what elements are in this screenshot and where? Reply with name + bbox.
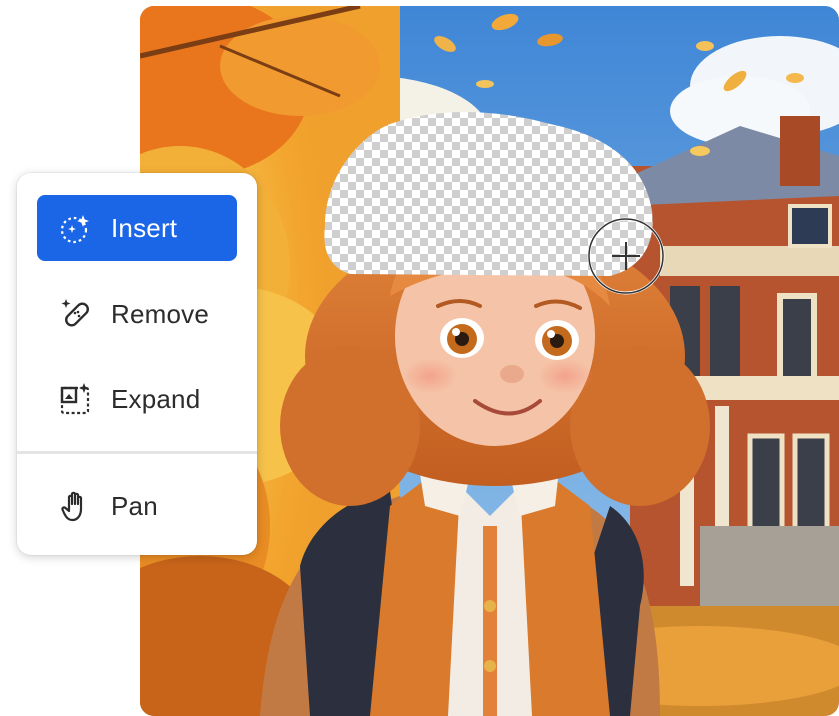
tool-pan-button[interactable]: Pan xyxy=(37,473,237,539)
tool-expand-button[interactable]: Expand xyxy=(37,366,237,432)
menu-divider xyxy=(17,451,257,454)
editor-stage: Insert Remove Expand Pan xyxy=(0,0,839,716)
tool-insert-label: Insert xyxy=(111,212,178,243)
sparkle-selection-icon xyxy=(59,211,93,245)
expand-sparkle-icon xyxy=(59,382,93,416)
tool-remove-label: Remove xyxy=(111,298,210,329)
tool-expand-label: Expand xyxy=(111,383,201,414)
tool-menu: Insert Remove Expand Pan xyxy=(17,173,257,555)
tool-remove-button[interactable]: Remove xyxy=(37,281,237,347)
tool-pan-label: Pan xyxy=(111,490,158,521)
tool-insert-button[interactable]: Insert xyxy=(37,195,237,261)
hand-icon xyxy=(59,489,93,523)
bandage-sparkle-icon xyxy=(59,297,93,331)
